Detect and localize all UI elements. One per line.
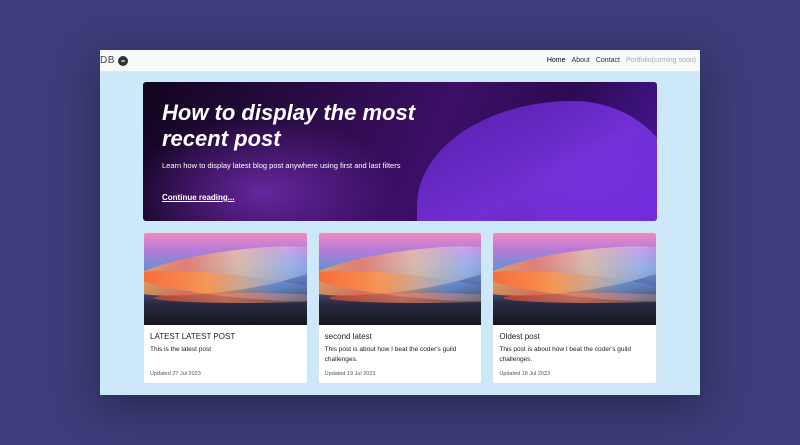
nav-link-portfolio: Portfolio(coming soon) xyxy=(625,57,696,64)
post-card-date: Updated 27 Jul 2023 xyxy=(150,371,201,377)
post-card[interactable]: Oldest post This post is about how I bea… xyxy=(492,232,658,384)
post-card-text: This post is about how I beat the coder'… xyxy=(499,346,632,363)
nav-link-about[interactable]: About xyxy=(572,57,590,64)
post-card-image xyxy=(493,233,657,325)
post-card-date: Updated 19 Jul 2023 xyxy=(324,371,376,377)
hero-description: Learn how to display latest blog post an… xyxy=(162,161,401,170)
hero-background-wave xyxy=(417,101,657,221)
hero-banner: How to display the most recent post Lear… xyxy=(143,82,657,221)
post-cards: LATEST LATEST POST This is the latest po… xyxy=(143,232,658,384)
post-card-text: This post is about how I beat the coder'… xyxy=(324,346,457,363)
brand-logo[interactable]: DB xyxy=(100,55,128,66)
nav-link-home[interactable]: Home xyxy=(547,57,566,64)
nav-link-contact[interactable]: Contact xyxy=(596,57,620,64)
post-card-image xyxy=(144,233,307,325)
post-card[interactable]: LATEST LATEST POST This is the latest po… xyxy=(143,232,308,384)
hero-title: How to display the most recent post xyxy=(162,100,416,151)
post-card-date: Updated 18 Jul 2023 xyxy=(499,371,551,377)
nav-links: Home About Contact Portfolio(coming soon… xyxy=(547,57,696,64)
continue-reading-link[interactable]: Continue reading... xyxy=(162,193,234,202)
post-card[interactable]: second latest This post is about how I b… xyxy=(317,232,483,384)
navbar: DB Home About Contact Portfolio(coming s… xyxy=(100,50,700,72)
browser-window: DB Home About Contact Portfolio(coming s… xyxy=(100,50,700,395)
post-card-title[interactable]: second latest xyxy=(325,332,372,341)
post-card-text: This is the latest post xyxy=(150,346,212,353)
post-card-title[interactable]: LATEST LATEST POST xyxy=(150,332,235,341)
post-card-image xyxy=(318,233,482,325)
brand-icon xyxy=(117,55,128,66)
brand-text: DB xyxy=(100,55,115,66)
post-card-title[interactable]: Oldest post xyxy=(499,332,539,341)
